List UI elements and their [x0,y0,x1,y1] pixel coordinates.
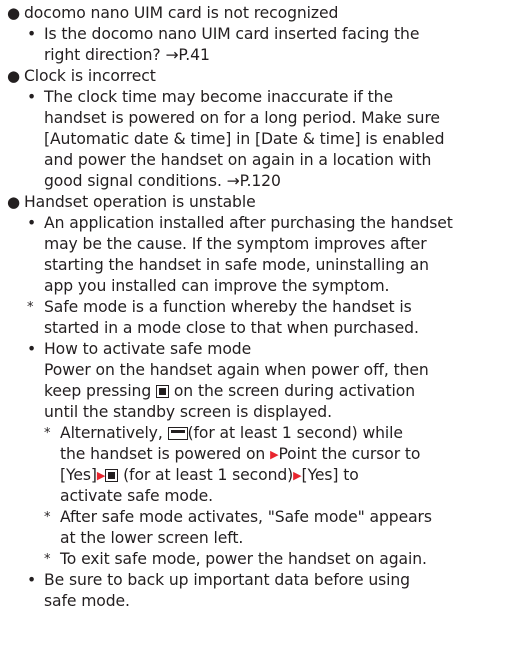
cause-text-line: • An application installed after purchas… [27,214,453,232]
section-clock-title: ● Clock is incorrect [7,67,156,85]
clock-text-line: good signal conditions. →P.120 [44,172,281,190]
cause-text-line: may be the cause. If the symptom improve… [44,235,427,253]
sub-bullet-icon: • [27,571,37,589]
troubleshooting-page: ● docomo nano UIM card is not recognized… [0,0,525,612]
sub-bullet-icon: • [27,88,37,106]
after-activation-note: at the lower screen left. [60,529,244,547]
cause-text-line: starting the handset in safe mode, unins… [44,256,429,274]
home-key-icon [156,385,169,398]
alternative-note: activate safe mode. [60,487,214,505]
step-arrow-icon: ▶ [96,469,106,482]
section-bullet-icon: ● [7,67,20,85]
sub-bullet-icon: • [27,25,37,43]
sub-bullet-icon: • [27,340,37,358]
safe-mode-note: * Safe mode is a function whereby the ha… [27,298,412,316]
asterisk-note-mark: * [27,300,34,315]
home-key-icon [105,469,119,482]
alternative-note: [Yes]▶ (for at least 1 second)▶[Yes] to [60,466,359,484]
alternative-note: * Alternatively, (for at least 1 second)… [44,424,403,442]
uim-check-line: • Is the docomo nano UIM card inserted f… [27,25,420,43]
section-unstable-title: ● Handset operation is unstable [7,193,256,211]
section-bullet-icon: ● [7,4,20,22]
alternative-note: the handset is powered on ▶Point the cur… [60,445,421,463]
after-activation-note: * After safe mode activates, "Safe mode"… [44,508,432,526]
howto-title: • How to activate safe mode [27,340,252,358]
clock-text-line: [Automatic date & time] in [Date & time]… [44,130,445,148]
power-key-icon [167,427,188,440]
section-bullet-icon: ● [7,193,20,211]
asterisk-note-mark: * [44,510,51,525]
step-arrow-icon: ▶ [293,469,302,482]
section-uim-title: ● docomo nano UIM card is not recognized [7,4,339,22]
howto-line: keep pressing on the screen during activ… [44,382,415,400]
clock-text-line: and power the handset on again in a loca… [44,151,432,169]
cause-text-line: app you installed can improve the sympto… [44,277,390,295]
safe-mode-note: started in a mode close to that when pur… [44,319,419,337]
clock-text-line: handset is powered on for a long period.… [44,109,440,127]
uim-check-line: right direction? →P.41 [44,46,210,64]
howto-line: until the standby screen is displayed. [44,403,332,421]
sub-bullet-icon: • [27,214,37,232]
howto-line: Power on the handset again when power of… [44,361,429,379]
backup-advice: • Be sure to back up important data befo… [27,571,410,589]
asterisk-note-mark: * [44,552,51,567]
backup-advice: safe mode. [44,592,130,610]
clock-text-line: • The clock time may become inaccurate i… [27,88,393,106]
exit-safe-mode-note: * To exit safe mode, power the handset o… [44,550,427,568]
asterisk-note-mark: * [44,426,51,441]
